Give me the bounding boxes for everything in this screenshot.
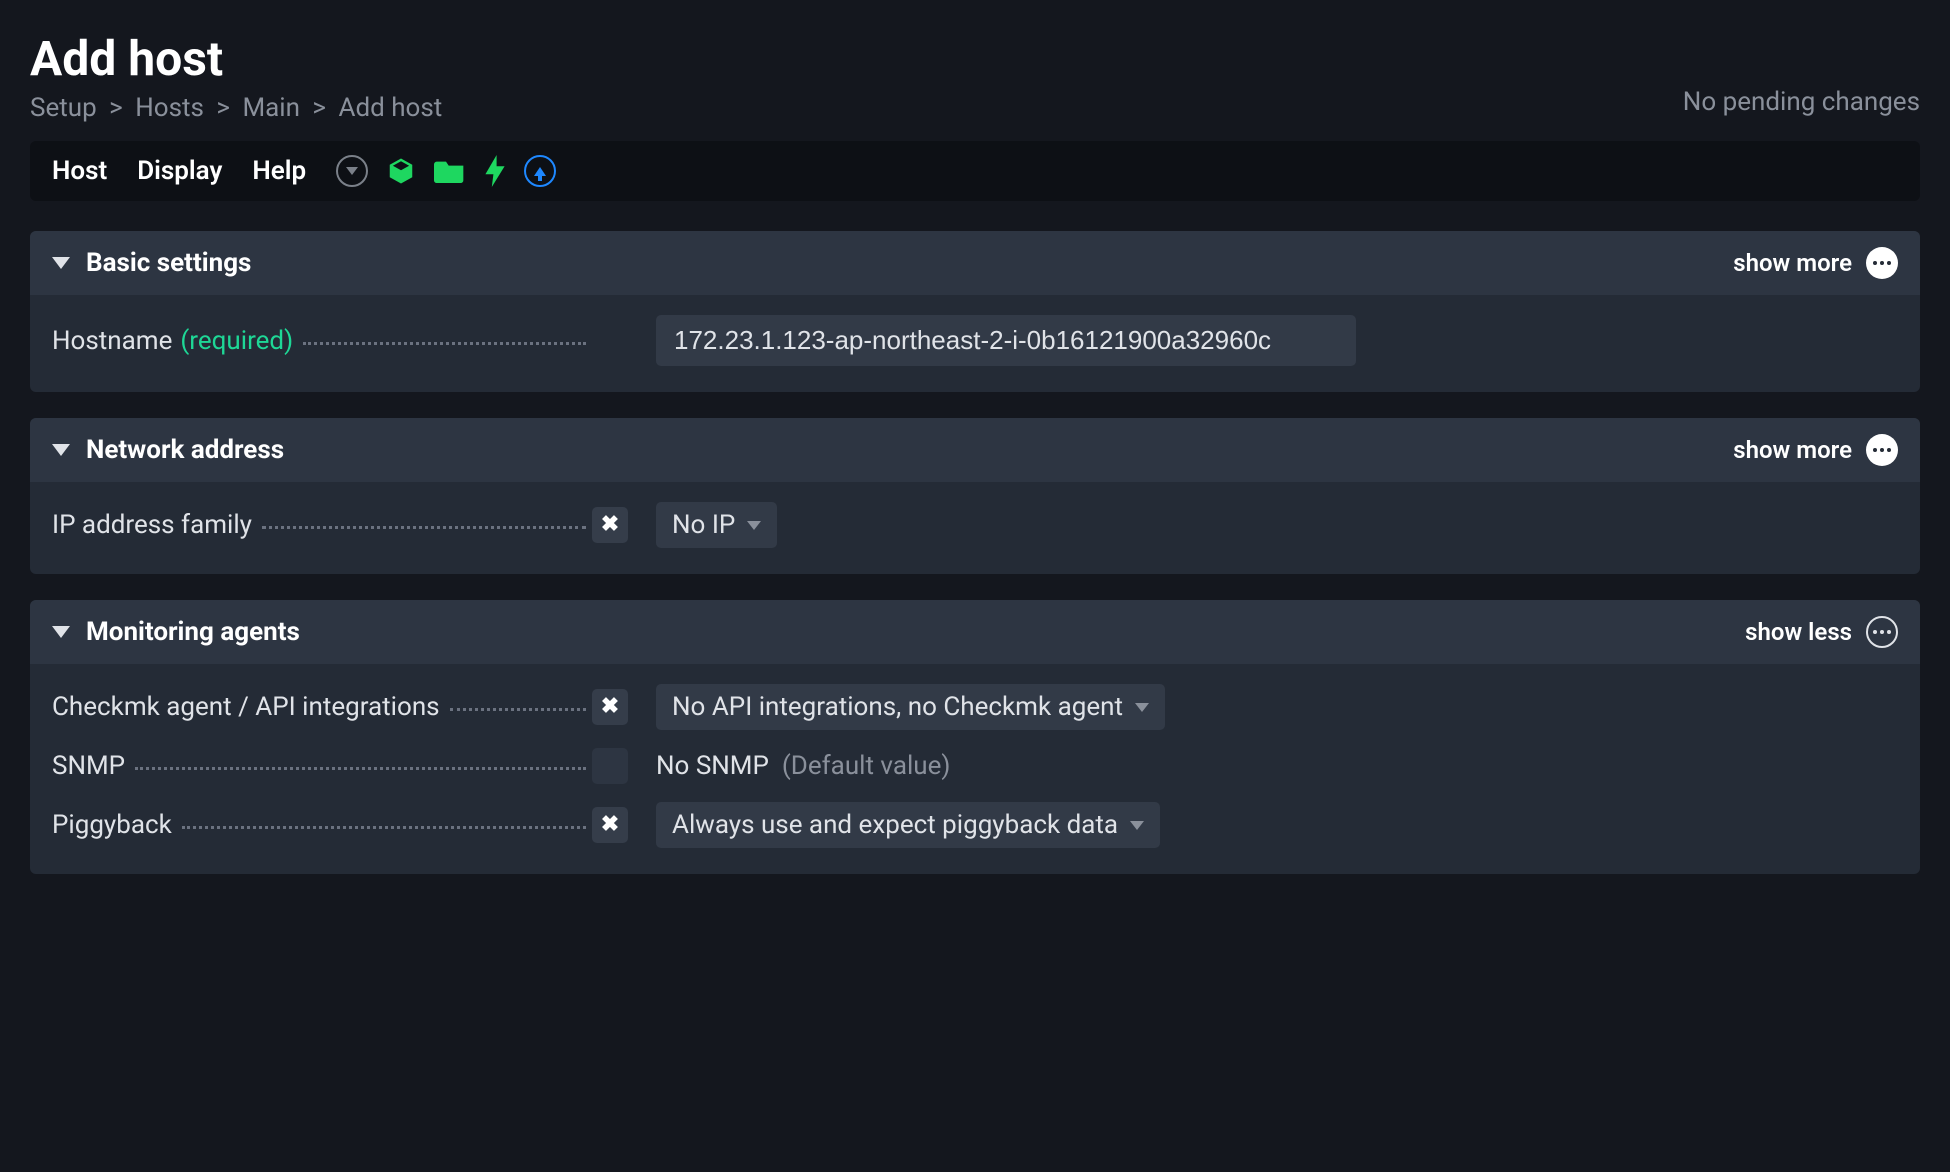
section-title: Network address [86, 435, 284, 465]
bolt-icon[interactable] [484, 155, 506, 187]
menu-host[interactable]: Host [52, 156, 107, 186]
dropdown-toggle-icon[interactable] [336, 155, 368, 187]
required-indicator: (required) [180, 326, 293, 356]
collapse-toggle-icon[interactable] [52, 257, 70, 269]
default-hint: (Default value) [782, 751, 951, 781]
dotted-fill [450, 708, 586, 711]
hostname-input[interactable] [656, 315, 1356, 366]
field-checkmk-agent: Checkmk agent / API integrations ✖ No AP… [52, 684, 1898, 730]
collapse-toggle-icon[interactable] [52, 444, 70, 456]
toolbar: Host Display Help [30, 141, 1920, 201]
breadcrumb-separator: > [109, 93, 123, 123]
dotted-fill [135, 767, 586, 770]
more-options-button[interactable] [1866, 247, 1898, 279]
folder-icon[interactable] [434, 157, 466, 185]
menu-display[interactable]: Display [137, 156, 222, 186]
chevron-down-icon [1135, 703, 1149, 712]
select-value: Always use and expect piggyback data [672, 810, 1118, 840]
field-label: Checkmk agent / API integrations [52, 692, 440, 722]
reset-to-default-button[interactable]: ✖ [592, 507, 628, 543]
page-title: Add host [30, 30, 442, 87]
pending-changes-status[interactable]: No pending changes [1683, 87, 1920, 117]
field-hostname: Hostname (required) [52, 315, 1898, 366]
dotted-fill [262, 526, 586, 529]
breadcrumb-item[interactable]: Add host [338, 93, 442, 123]
section-title: Monitoring agents [86, 617, 300, 647]
override-checkbox[interactable] [592, 748, 628, 784]
piggyback-select[interactable]: Always use and expect piggyback data [656, 802, 1160, 848]
field-label: Hostname [52, 326, 172, 356]
breadcrumb-item[interactable]: Main [242, 93, 300, 123]
reset-to-default-button[interactable]: ✖ [592, 689, 628, 725]
x-icon: ✖ [601, 814, 619, 836]
show-more-toggle[interactable]: show more [1733, 249, 1852, 277]
show-less-toggle[interactable]: show less [1745, 618, 1852, 646]
collapse-toggle-icon[interactable] [52, 626, 70, 638]
field-label: IP address family [52, 510, 252, 540]
breadcrumb-separator: > [216, 93, 230, 123]
field-snmp: SNMP No SNMP (Default value) [52, 748, 1898, 784]
cube-icon[interactable] [386, 156, 416, 186]
x-icon: ✖ [601, 696, 619, 718]
page-header: Add host Setup > Hosts > Main > Add host… [30, 30, 1920, 123]
breadcrumb-item[interactable]: Hosts [135, 93, 204, 123]
field-label: Piggyback [52, 810, 172, 840]
more-options-button[interactable] [1866, 434, 1898, 466]
select-value: No API integrations, no Checkmk agent [672, 692, 1123, 722]
more-options-button[interactable] [1866, 616, 1898, 648]
ip-family-select[interactable]: No IP [656, 502, 777, 548]
chevron-down-icon [747, 521, 761, 530]
section-title: Basic settings [86, 248, 251, 278]
upload-icon[interactable] [524, 155, 556, 187]
dotted-fill [182, 826, 586, 829]
breadcrumb-separator: > [312, 93, 326, 123]
section-network-address: Network address show more IP address fam… [30, 418, 1920, 574]
x-icon: ✖ [601, 514, 619, 536]
field-label: SNMP [52, 751, 125, 781]
breadcrumb-item[interactable]: Setup [30, 93, 97, 123]
menu-help[interactable]: Help [252, 156, 306, 186]
dotted-fill [303, 342, 586, 345]
chevron-down-icon [1130, 821, 1144, 830]
section-monitoring-agents: Monitoring agents show less Checkmk agen… [30, 600, 1920, 874]
breadcrumb: Setup > Hosts > Main > Add host [30, 93, 442, 123]
show-more-toggle[interactable]: show more [1733, 436, 1852, 464]
field-piggyback: Piggyback ✖ Always use and expect piggyb… [52, 802, 1898, 848]
checkmk-agent-select[interactable]: No API integrations, no Checkmk agent [656, 684, 1165, 730]
select-value: No IP [672, 510, 735, 540]
reset-to-default-button[interactable]: ✖ [592, 807, 628, 843]
snmp-value: No SNMP [656, 751, 769, 781]
section-basic-settings: Basic settings show more Hostname (requi… [30, 231, 1920, 392]
field-ip-address-family: IP address family ✖ No IP [52, 502, 1898, 548]
